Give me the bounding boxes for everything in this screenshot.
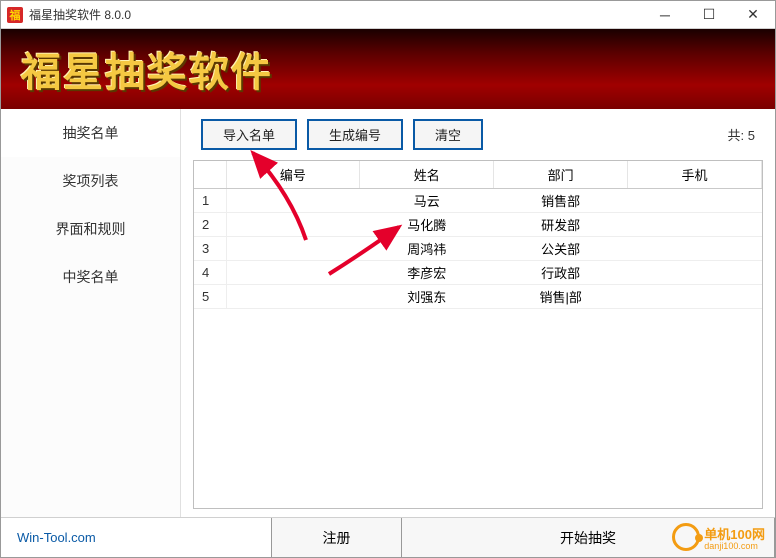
table-row[interactable]: 1 马云销售部 bbox=[194, 189, 762, 213]
cell-dept[interactable]: 研发部 bbox=[494, 213, 628, 237]
cell-rownum: 1 bbox=[194, 189, 226, 213]
cell-name[interactable]: 马云 bbox=[360, 189, 494, 213]
toolbar: 导入名单 生成编号 清空 共: 5 bbox=[181, 109, 775, 160]
cell-phone[interactable] bbox=[628, 189, 762, 213]
sidebar-item-winners[interactable]: 中奖名单 bbox=[1, 253, 180, 301]
banner-title: 福星抽奖软件 bbox=[21, 40, 273, 98]
register-button[interactable]: 注册 bbox=[271, 518, 401, 557]
cell-id[interactable] bbox=[226, 285, 360, 309]
minimize-button[interactable]: ─ bbox=[643, 1, 687, 29]
cell-id[interactable] bbox=[226, 213, 360, 237]
cell-dept[interactable]: 销售|部 bbox=[494, 285, 628, 309]
cell-id[interactable] bbox=[226, 237, 360, 261]
cell-id[interactable] bbox=[226, 189, 360, 213]
col-id[interactable]: 编号 bbox=[226, 161, 360, 189]
row-count: 共: 5 bbox=[728, 125, 755, 144]
col-rownum bbox=[194, 161, 226, 189]
cell-rownum: 3 bbox=[194, 237, 226, 261]
col-dept[interactable]: 部门 bbox=[494, 161, 628, 189]
cell-name[interactable]: 刘强东 bbox=[360, 285, 494, 309]
start-lottery-button[interactable]: 开始抽奖 bbox=[401, 518, 775, 557]
table-row[interactable]: 5 刘强东销售|部 bbox=[194, 285, 762, 309]
data-grid[interactable]: 编号 姓名 部门 手机 1马云销售部2马化腾研发部3周鸿祎公关部4李彦宏行政部5… bbox=[193, 160, 763, 509]
app-icon: 福 bbox=[7, 7, 23, 23]
window-title: 福星抽奖软件 8.0.0 bbox=[29, 6, 131, 23]
cell-phone[interactable] bbox=[628, 237, 762, 261]
clear-button[interactable]: 清空 bbox=[413, 119, 483, 150]
cell-phone[interactable] bbox=[628, 213, 762, 237]
window-titlebar: 福 福星抽奖软件 8.0.0 ─ ☐ ✕ bbox=[1, 1, 775, 29]
table-row[interactable]: 3 周鸿祎公关部 bbox=[194, 237, 762, 261]
cell-rownum: 5 bbox=[194, 285, 226, 309]
cell-dept[interactable]: 行政部 bbox=[494, 261, 628, 285]
cell-dept[interactable]: 公关部 bbox=[494, 237, 628, 261]
col-phone[interactable]: 手机 bbox=[628, 161, 762, 189]
table-row[interactable]: 2 马化腾研发部 bbox=[194, 213, 762, 237]
footer: Win-Tool.com 注册 开始抽奖 bbox=[1, 517, 775, 557]
import-button[interactable]: 导入名单 bbox=[201, 119, 297, 150]
cell-name[interactable]: 马化腾 bbox=[360, 213, 494, 237]
sidebar-item-namelist[interactable]: 抽奖名单 bbox=[1, 109, 180, 157]
cell-phone[interactable] bbox=[628, 261, 762, 285]
sidebar-item-rules[interactable]: 界面和规则 bbox=[1, 205, 180, 253]
maximize-button[interactable]: ☐ bbox=[687, 1, 731, 29]
cell-phone[interactable] bbox=[628, 285, 762, 309]
col-name[interactable]: 姓名 bbox=[360, 161, 494, 189]
close-button[interactable]: ✕ bbox=[731, 1, 775, 29]
sidebar: 抽奖名单 奖项列表 界面和规则 中奖名单 bbox=[1, 109, 181, 517]
cell-id[interactable] bbox=[226, 261, 360, 285]
cell-dept[interactable]: 销售部 bbox=[494, 189, 628, 213]
cell-rownum: 4 bbox=[194, 261, 226, 285]
table-header-row: 编号 姓名 部门 手机 bbox=[194, 161, 762, 189]
generate-button[interactable]: 生成编号 bbox=[307, 119, 403, 150]
footer-link[interactable]: Win-Tool.com bbox=[1, 518, 271, 557]
table-row[interactable]: 4 李彦宏行政部 bbox=[194, 261, 762, 285]
header-banner: 福星抽奖软件 bbox=[1, 29, 775, 109]
cell-name[interactable]: 周鸿祎 bbox=[360, 237, 494, 261]
cell-name[interactable]: 李彦宏 bbox=[360, 261, 494, 285]
sidebar-item-prizes[interactable]: 奖项列表 bbox=[1, 157, 180, 205]
cell-rownum: 2 bbox=[194, 213, 226, 237]
